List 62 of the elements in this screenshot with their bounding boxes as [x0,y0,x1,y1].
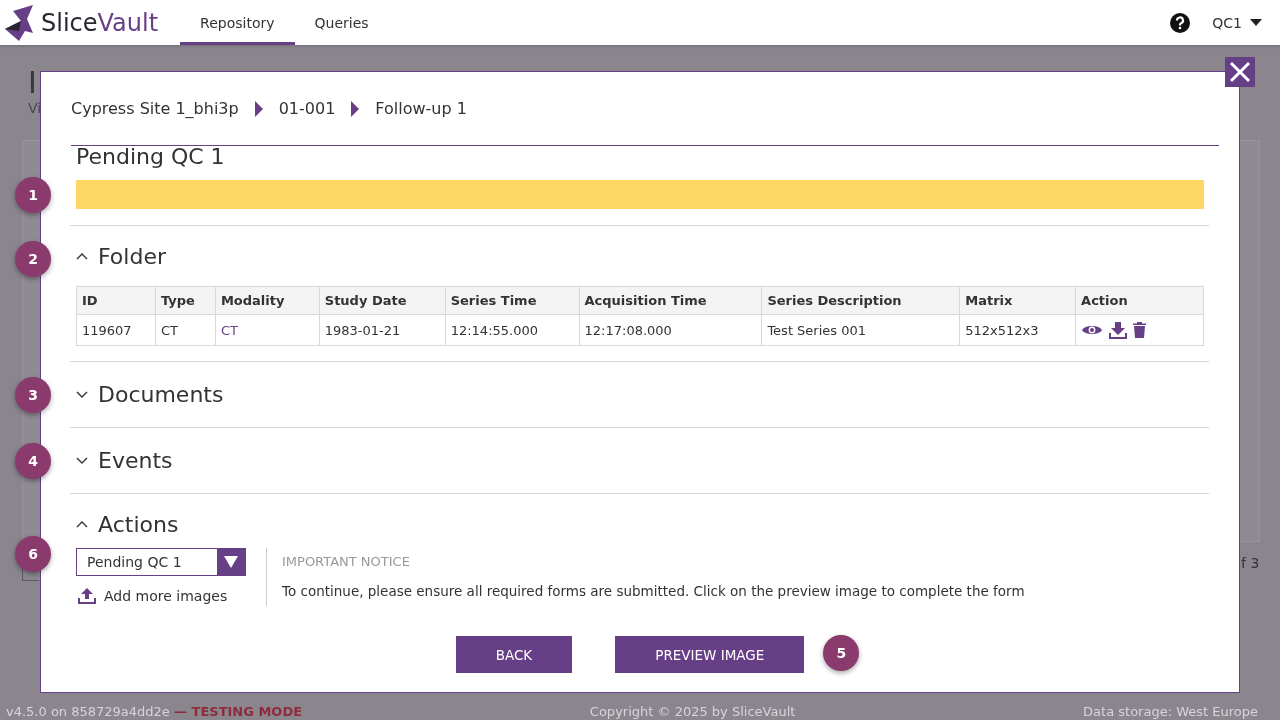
caret-icon [224,556,238,568]
column-header: Modality [215,286,320,315]
table-cell: Test Series 001 [761,314,960,346]
table-cell: 512x512x3 [959,314,1076,346]
page-title: I [28,65,37,100]
breadcrumb-link[interactable]: 01-001 [278,99,336,118]
step-badge: 6 [15,536,51,572]
status-dropdown[interactable]: Pending QC 1 [76,548,246,576]
table-cell: 119607 [76,314,156,346]
modality-link[interactable]: CT [215,314,320,346]
caret-icon [351,100,360,117]
table-cell: CT [155,314,216,346]
delete-icon[interactable] [1133,322,1147,338]
notice-text: To continue, please ensure all required forms are submitted. Click on the preview image to complete the form [282,583,1025,599]
column-header: ID [76,286,156,315]
column-header: Matrix [959,286,1076,315]
logo-icon [5,4,35,41]
column-header: Action [1075,286,1204,315]
breadcrumb-link[interactable]: Follow-up 1 [375,99,467,118]
table-cell: 12:17:08.000 [579,314,762,346]
user-menu[interactable]: QC1 [1206,13,1268,32]
column-header: Acquisition Time [579,286,762,315]
column-header: Study Date [319,286,446,315]
pager-text: f 3 [1241,555,1260,571]
table-cell: 1983-01-21 [319,314,446,346]
section-title[interactable]: Events [98,448,173,473]
copyright-text: Copyright © 2025 by SliceVault [589,704,796,720]
chevron-icon[interactable] [76,456,88,465]
nav-tab[interactable]: Queries [294,0,389,45]
section-title[interactable]: Documents [98,382,224,407]
storage-text: Data storage: West Europe [1083,704,1258,720]
close-button[interactable] [1225,57,1255,87]
mode-text: — TESTING MODE [174,704,303,719]
preview-button[interactable]: PREVIEW IMAGE [615,636,805,673]
chevron-icon[interactable] [76,390,88,399]
column-header: Series Time [445,286,580,315]
download-icon[interactable] [1109,321,1128,339]
column-header: Type [155,286,216,315]
page-subtitle: Vi [28,100,42,116]
status-title: Pending QC 1 [76,146,225,168]
chevron-icon[interactable] [76,520,88,528]
step-badge: 4 [15,443,51,479]
breadcrumb-link[interactable]: Cypress Site 1_bhi3p [71,99,239,118]
caret-icon [1250,18,1262,27]
caret-icon [254,100,263,117]
upload-icon [78,588,96,604]
step-badge: 2 [15,241,51,277]
add-images-link[interactable]: Add more images [76,588,230,604]
brand-name: SliceVault [41,8,159,37]
section-title[interactable]: Actions [98,511,179,537]
back-button[interactable]: BACK [455,636,573,673]
step-badge: 1 [15,177,51,213]
notice-title: IMPORTANT NOTICE [282,554,411,569]
step-badge: 3 [15,377,51,413]
step-badge: 5 [823,635,860,671]
version-text: v4.5.0 on 858729a4dd2e [6,704,170,719]
table-cell: 12:14:55.000 [445,314,580,346]
section-title[interactable]: Folder [98,243,166,269]
chevron-icon[interactable] [76,252,88,260]
column-header: Series Description [761,286,960,315]
help-icon[interactable] [1170,12,1191,33]
view-icon[interactable] [1081,323,1104,337]
